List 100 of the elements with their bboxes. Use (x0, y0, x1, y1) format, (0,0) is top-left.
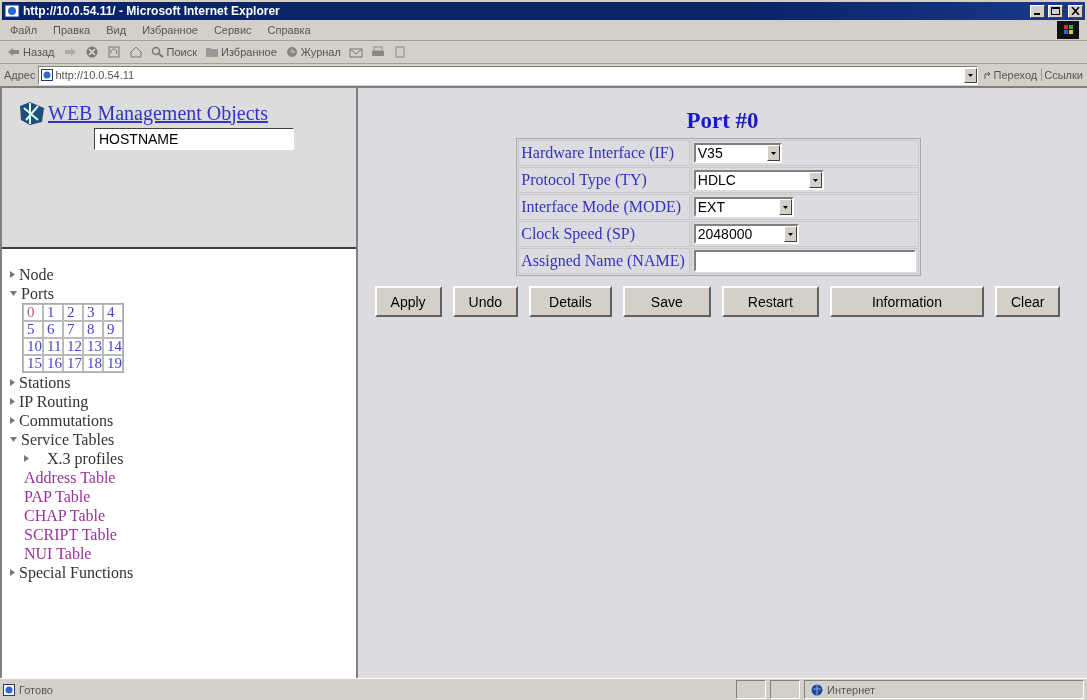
port-link[interactable]: 17 (63, 355, 83, 372)
status-text: Готово (19, 683, 53, 696)
select-field[interactable]: EXT (693, 197, 794, 217)
history-button[interactable]: Журнал (283, 46, 342, 58)
forward-arrow-icon (62, 46, 77, 58)
table-link[interactable]: NUI Table (24, 545, 92, 562)
menu-item[interactable]: Сервис (211, 23, 254, 37)
field-label: Assigned Name (NAME) (518, 248, 690, 274)
dropdown-arrow-icon (787, 232, 793, 236)
dropdown-arrow-icon (812, 178, 818, 182)
tree-label: IP Routing (19, 392, 89, 411)
port-link[interactable]: 13 (83, 338, 103, 355)
form-button[interactable]: Information (829, 286, 984, 317)
tree-label: Node (19, 265, 54, 284)
table-link[interactable]: PAP Table (24, 488, 91, 505)
field-label: Clock Speed (SP) (518, 221, 690, 247)
port-link[interactable]: 7 (63, 321, 83, 338)
port-link[interactable]: 11 (43, 338, 63, 355)
address-field[interactable]: http://10.0.54.11 (37, 65, 978, 85)
back-button[interactable]: Назад (6, 46, 56, 58)
dropdown-arrow-icon (782, 205, 788, 209)
maximize-button[interactable] (1048, 4, 1063, 18)
tree-item[interactable]: Commutations (10, 411, 348, 430)
select-field[interactable]: HDLC (693, 170, 824, 190)
hostname-field[interactable]: HOSTNAME (94, 128, 294, 150)
back-arrow-icon (7, 46, 21, 58)
globe-icon (811, 683, 823, 696)
refresh-button[interactable] (105, 46, 122, 58)
address-label: Адрес (4, 69, 36, 81)
table-link[interactable]: CHAP Table (24, 507, 106, 524)
form-button[interactable]: Clear (994, 286, 1061, 317)
page-title: Port #0 (686, 108, 759, 134)
print-button[interactable] (369, 46, 386, 58)
history-icon (284, 46, 299, 58)
favorites-button[interactable]: Избранное (204, 46, 278, 58)
field-label: Hardware Interface (IF) (518, 140, 690, 166)
tree-item[interactable]: Node (10, 265, 348, 284)
home-button[interactable] (127, 46, 144, 58)
form-button[interactable]: Save (622, 286, 711, 317)
form-button[interactable]: Undo (452, 286, 519, 317)
stop-icon (84, 46, 99, 58)
tree-item[interactable]: Stations (10, 373, 348, 392)
maximize-icon (1051, 7, 1060, 15)
logo-link[interactable]: WEB Management Objects (48, 101, 268, 125)
port-link[interactable]: 6 (43, 321, 63, 338)
close-button[interactable] (1068, 4, 1083, 18)
port-link[interactable]: 3 (83, 304, 103, 321)
field-label: Protocol Type (TY) (518, 167, 690, 193)
port-link[interactable]: 18 (83, 355, 103, 372)
page-icon (4, 4, 20, 18)
links-button[interactable]: Ссылки (1044, 69, 1083, 81)
minimize-button[interactable] (1030, 4, 1045, 18)
port-link[interactable]: 16 (43, 355, 63, 372)
field-label: Interface Mode (MODE) (518, 194, 690, 220)
network-logo-icon (18, 100, 46, 126)
port-link[interactable]: 5 (23, 321, 43, 338)
port-link[interactable]: 2 (63, 304, 83, 321)
port-link[interactable]: 12 (63, 338, 83, 355)
table-link[interactable]: SCRIPT Table (24, 526, 117, 543)
select-field[interactable]: V35 (693, 143, 782, 163)
port-link[interactable]: 9 (103, 321, 123, 338)
go-button[interactable]: Переход (979, 69, 1043, 81)
table-link[interactable]: Address Table (24, 469, 116, 486)
menu-item[interactable]: Правка (51, 23, 93, 37)
mail-button[interactable] (347, 46, 364, 58)
dropdown-arrow-icon (967, 73, 973, 77)
tree-item[interactable]: Ports (10, 284, 348, 303)
windows-logo-icon (1057, 21, 1079, 39)
text-field[interactable] (693, 250, 916, 272)
tree-item[interactable]: Service Tables (10, 430, 348, 449)
select-field[interactable]: 2048000 (693, 224, 799, 244)
form-button[interactable]: Details (529, 286, 612, 317)
port-link[interactable]: 1 (43, 304, 63, 321)
tree-label: Ports (21, 284, 54, 303)
status-panel (736, 680, 766, 699)
menu-item[interactable]: Справка (265, 23, 313, 37)
menu-item[interactable]: Вид (104, 23, 129, 37)
port-link[interactable]: 0 (23, 304, 43, 321)
tree-item[interactable]: Special Functions (10, 563, 348, 582)
close-icon (1071, 7, 1080, 15)
port-link[interactable]: 10 (23, 338, 43, 355)
search-button[interactable]: Поиск (149, 46, 198, 58)
home-icon (128, 46, 143, 58)
tree-label: Commutations (19, 411, 114, 430)
folder-icon (205, 46, 219, 58)
port-link[interactable]: 8 (83, 321, 103, 338)
tree-item[interactable]: X.3 profiles (10, 449, 348, 468)
page-icon (40, 69, 53, 81)
dropdown-arrow-icon (770, 151, 776, 155)
form-button[interactable]: Apply (374, 286, 442, 317)
tree-item[interactable]: IP Routing (10, 392, 348, 411)
port-link[interactable]: 15 (23, 355, 43, 372)
port-link[interactable]: 14 (103, 338, 123, 355)
page-icon (3, 683, 15, 696)
menu-item[interactable]: Файл (8, 23, 40, 37)
port-link[interactable]: 19 (103, 355, 123, 372)
port-link[interactable]: 4 (103, 304, 123, 321)
form-button[interactable]: Restart (721, 286, 819, 317)
document-icon (392, 46, 407, 58)
menu-item[interactable]: Избранное (140, 23, 200, 37)
